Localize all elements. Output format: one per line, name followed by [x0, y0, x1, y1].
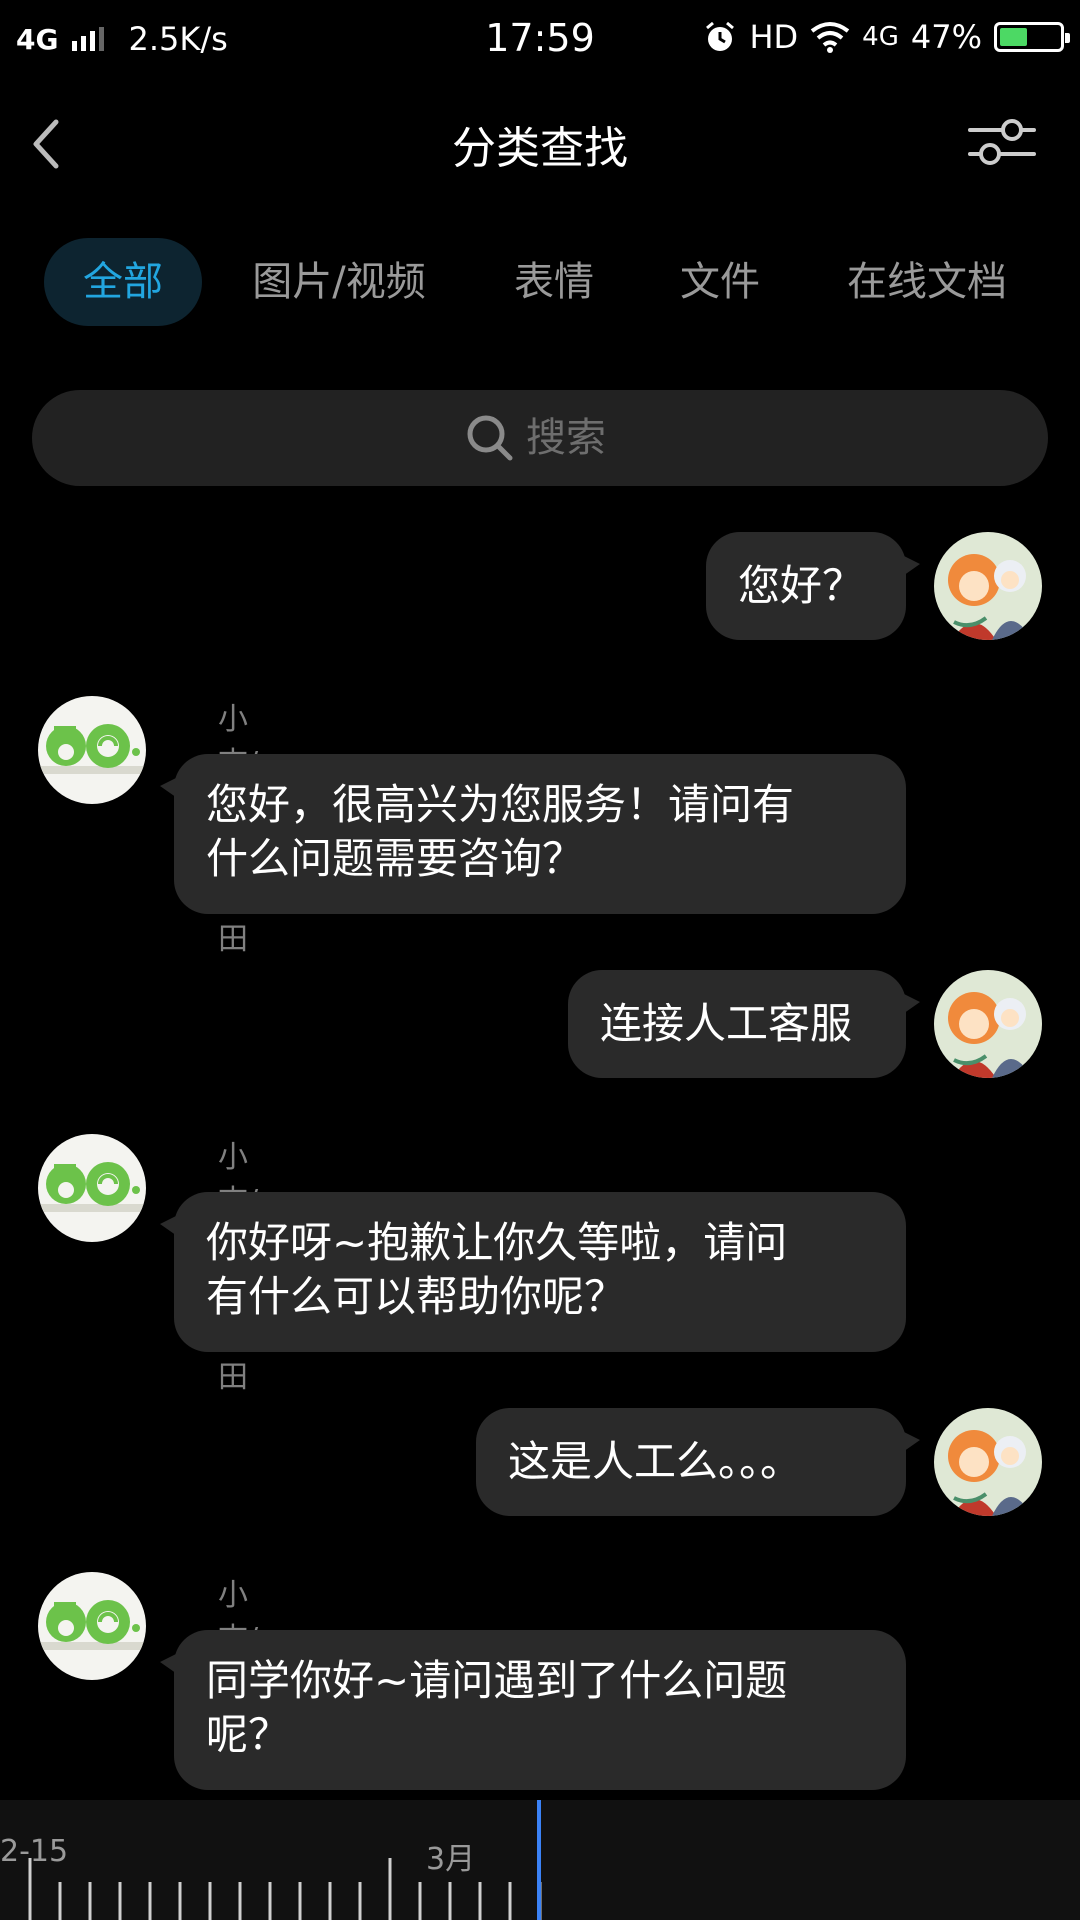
message-bubble[interactable]: 同学你好~请问遇到了什么问题 呢？	[160, 1630, 906, 1790]
message-text: 这是人工么。。。	[508, 1437, 803, 1486]
battery-percent: 47%	[910, 18, 982, 56]
search-bar[interactable]	[32, 390, 1048, 486]
user-avatar[interactable]	[934, 532, 1042, 640]
status-right: HD 4G 47%	[703, 16, 1070, 58]
category-tabs: 全部 图片/视频 表情 文件 在线文档	[0, 238, 1080, 326]
wifi-icon	[810, 22, 850, 53]
tab-online-docs[interactable]: 在线文档	[832, 238, 1022, 326]
date-timeline[interactable]: 2-15 3月	[0, 1800, 1080, 1920]
alarm-icon	[706, 21, 735, 51]
message-bubble[interactable]: 这是人工么。。。	[476, 1408, 920, 1516]
service-avatar[interactable]	[38, 1572, 146, 1680]
message-text: 连接人工客服	[600, 999, 853, 1048]
tab-all[interactable]: 全部	[44, 238, 202, 326]
message-bubble[interactable]: 您好？	[706, 532, 920, 640]
filter-button[interactable]	[966, 112, 1038, 172]
tab-stickers[interactable]: 表情	[496, 238, 612, 326]
message-line: 有什么可以帮助你呢？	[206, 1272, 627, 1321]
status-bar: 4G 2.5K/s 17:59 HD 4G 47%	[0, 0, 1080, 76]
sliders-icon	[968, 119, 1036, 165]
page-title: 分类查找	[452, 123, 628, 174]
user-avatar[interactable]	[934, 970, 1042, 1078]
message-line: 同学你好~请问遇到了什么问题	[206, 1656, 788, 1705]
user-avatar[interactable]	[934, 1408, 1042, 1516]
search-icon	[467, 415, 513, 461]
service-avatar[interactable]	[38, 1134, 146, 1242]
tab-files[interactable]: 文件	[662, 238, 778, 326]
message-line: 你好呀~抱歉让你久等啦，请问	[206, 1218, 788, 1267]
service-avatar[interactable]	[38, 696, 146, 804]
timeline-cursor[interactable]	[537, 1800, 541, 1920]
tab-images-videos[interactable]: 图片/视频	[236, 238, 442, 326]
message-line: 您好，很高兴为您服务！请问有	[206, 780, 795, 829]
message-line: 什么问题需要咨询？	[206, 834, 585, 883]
timeline-label: 2-15	[0, 1834, 69, 1869]
hd-indicator: HD	[749, 18, 799, 56]
nav-bar: 分类查找	[0, 76, 1080, 206]
battery-icon	[994, 22, 1070, 52]
timeline-label: 3月	[426, 1842, 476, 1877]
message-bubble[interactable]: 连接人工客服	[568, 970, 920, 1078]
message-bubble[interactable]: 你好呀~抱歉让你久等啦，请问 有什么可以帮助你呢？	[160, 1192, 906, 1352]
message-line: 呢？	[206, 1710, 291, 1759]
message-text: 您好？	[738, 561, 865, 610]
search-input[interactable]	[526, 415, 616, 461]
network-type-2: 4G	[862, 22, 899, 52]
message-bubble[interactable]: 您好，很高兴为您服务！请问有 什么问题需要咨询？	[160, 754, 906, 914]
